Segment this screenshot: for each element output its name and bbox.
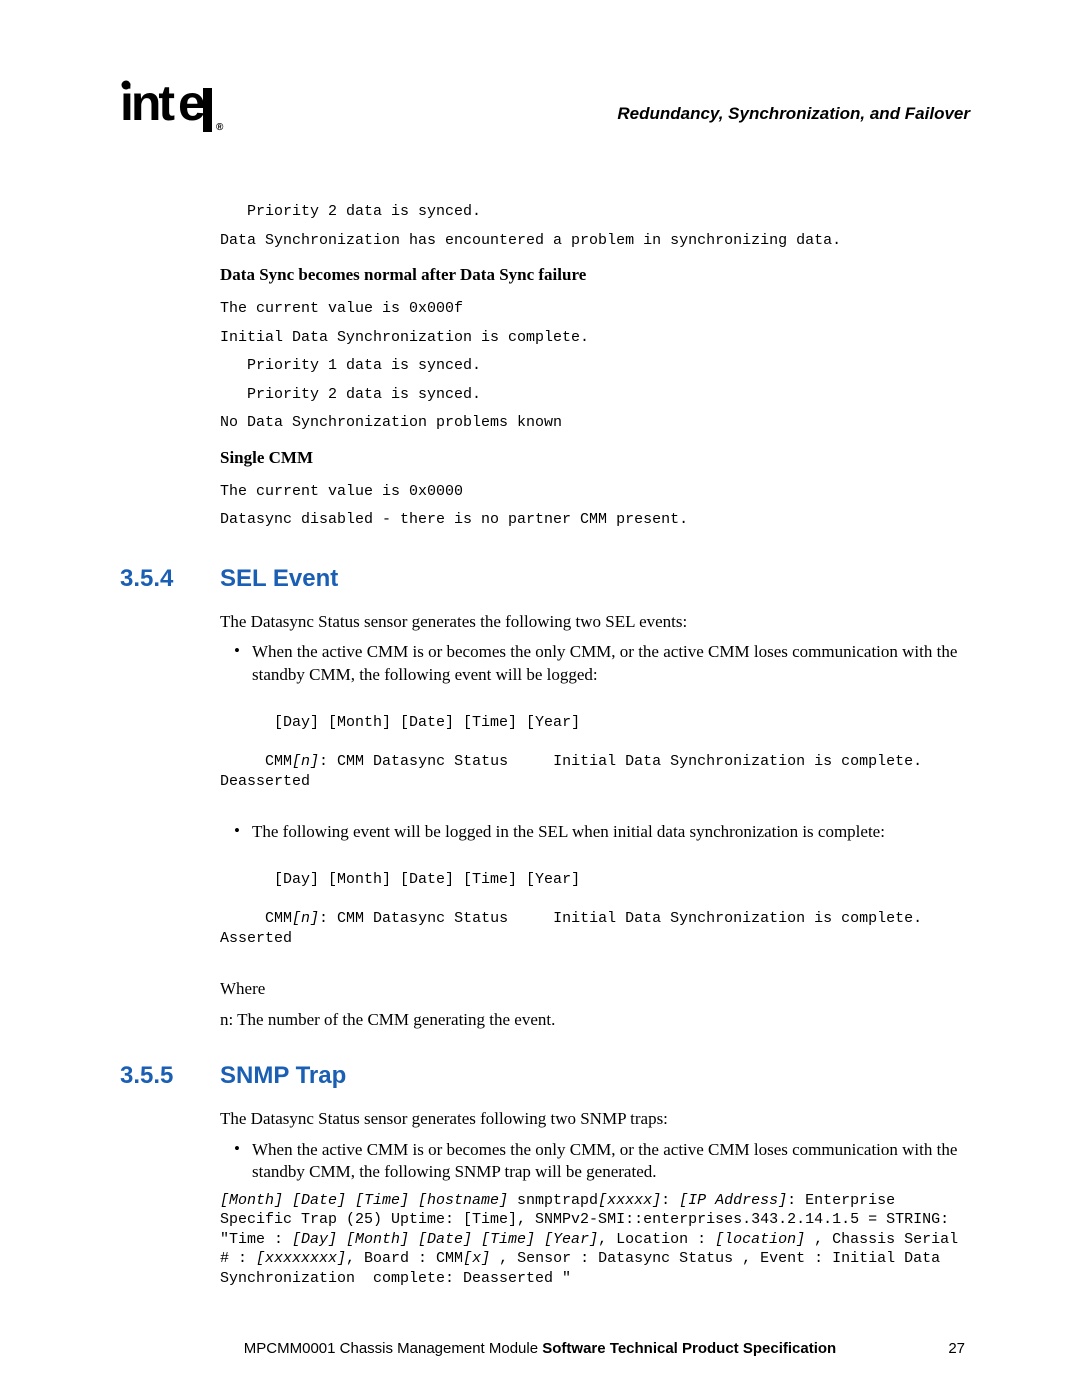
mono-line: The current value is 0x0000 [220,478,970,507]
mono-line: No Data Synchronization problems known [220,409,970,438]
code-text: snmptrapd [508,1192,598,1209]
bullet-dot-icon: • [234,641,252,685]
code-text-italic: [xxxxx] [598,1192,661,1209]
paragraph: Where [220,978,970,1001]
code-text: , Location : [598,1231,715,1248]
section-title: SNMP Trap [220,1062,346,1090]
code-text-italic: [Day] [Month] [Date] [Time] [Year] [292,1231,598,1248]
svg-text:®: ® [216,122,224,133]
bullet-dot-icon: • [234,821,252,843]
paragraph: n: The number of the CMM generating the … [220,1009,970,1032]
mono-line: Data Synchronization has encountered a p… [220,227,970,256]
svg-text:e: e [178,80,205,131]
section-heading: 3.5.5 SNMP Trap [120,1062,970,1090]
section-heading: 3.5.4 SEL Event [120,565,970,593]
mono-line: Datasync disabled - there is no partner … [220,506,970,535]
code-text: : [661,1192,679,1209]
mono-line: The current value is 0x000f [220,295,970,324]
section-title: SEL Event [220,565,338,593]
code-text: : CMM Datasync Status Initial Data Synch… [220,910,931,947]
mono-line: Initial Data Synchronization is complete… [220,324,970,353]
code-text-italic: [n] [292,753,319,770]
bullet-item: • The following event will be logged in … [234,821,970,843]
page-number: 27 [948,1340,965,1357]
page-footer: MPCMM0001 Chassis Management Module Soft… [0,1340,1080,1357]
code-text: [Day] [Month] [Date] [Time] [Year] [274,871,580,888]
mono-line: Priority 1 data is synced. [220,352,970,381]
code-text-italic: [location] [715,1231,805,1248]
subheading: Single CMM [220,448,970,468]
page-content: Priority 2 data is synced. Data Synchron… [220,198,970,1288]
paragraph: The Datasync Status sensor generates fol… [220,1108,970,1131]
code-text: , Board : CMM [346,1250,463,1267]
footer-text-bold: Software Technical Product Specification [542,1340,836,1357]
code-text: [Day] [Month] [Date] [Time] [Year] [274,714,580,731]
paragraph: The Datasync Status sensor generates the… [220,611,970,634]
bullet-item: • When the active CMM is or becomes the … [234,1139,970,1183]
bullet-dot-icon: • [234,1139,252,1183]
footer-text: MPCMM0001 Chassis Management Module [244,1340,542,1357]
header-title: Redundancy, Synchronization, and Failove… [617,104,970,124]
intel-logo: int e ® [120,80,230,148]
bullet-text: The following event will be logged in th… [252,821,885,843]
code-text-italic: [IP Address] [679,1192,787,1209]
section-number: 3.5.5 [120,1062,220,1090]
bullet-item: • When the active CMM is or becomes the … [234,641,970,685]
section-number: 3.5.4 [120,565,220,593]
code-text-italic: [xxxxxxxx] [256,1250,346,1267]
code-text-italic: [x] [463,1250,490,1267]
bullet-text: When the active CMM is or becomes the on… [252,641,970,685]
code-text: : CMM Datasync Status Initial Data Synch… [220,753,931,790]
code-block: [Month] [Date] [Time] [hostname] snmptra… [220,1191,970,1289]
bullet-text: When the active CMM is or becomes the on… [252,1139,970,1183]
code-text: CMM [220,910,292,927]
mono-line: Priority 2 data is synced. [220,381,970,410]
code-text: CMM [220,753,292,770]
code-block: [Day] [Month] [Date] [Time] [Year] CMM[n… [220,851,970,968]
code-text-italic: [n] [292,910,319,927]
code-text-italic: [Month] [Date] [Time] [hostname] [220,1192,508,1209]
page-header: int e ® Redundancy, Synchronization, and… [120,80,970,148]
mono-line: Priority 2 data is synced. [220,198,970,227]
code-block: [Day] [Month] [Date] [Time] [Year] CMM[n… [220,694,970,811]
subheading: Data Sync becomes normal after Data Sync… [220,265,970,285]
